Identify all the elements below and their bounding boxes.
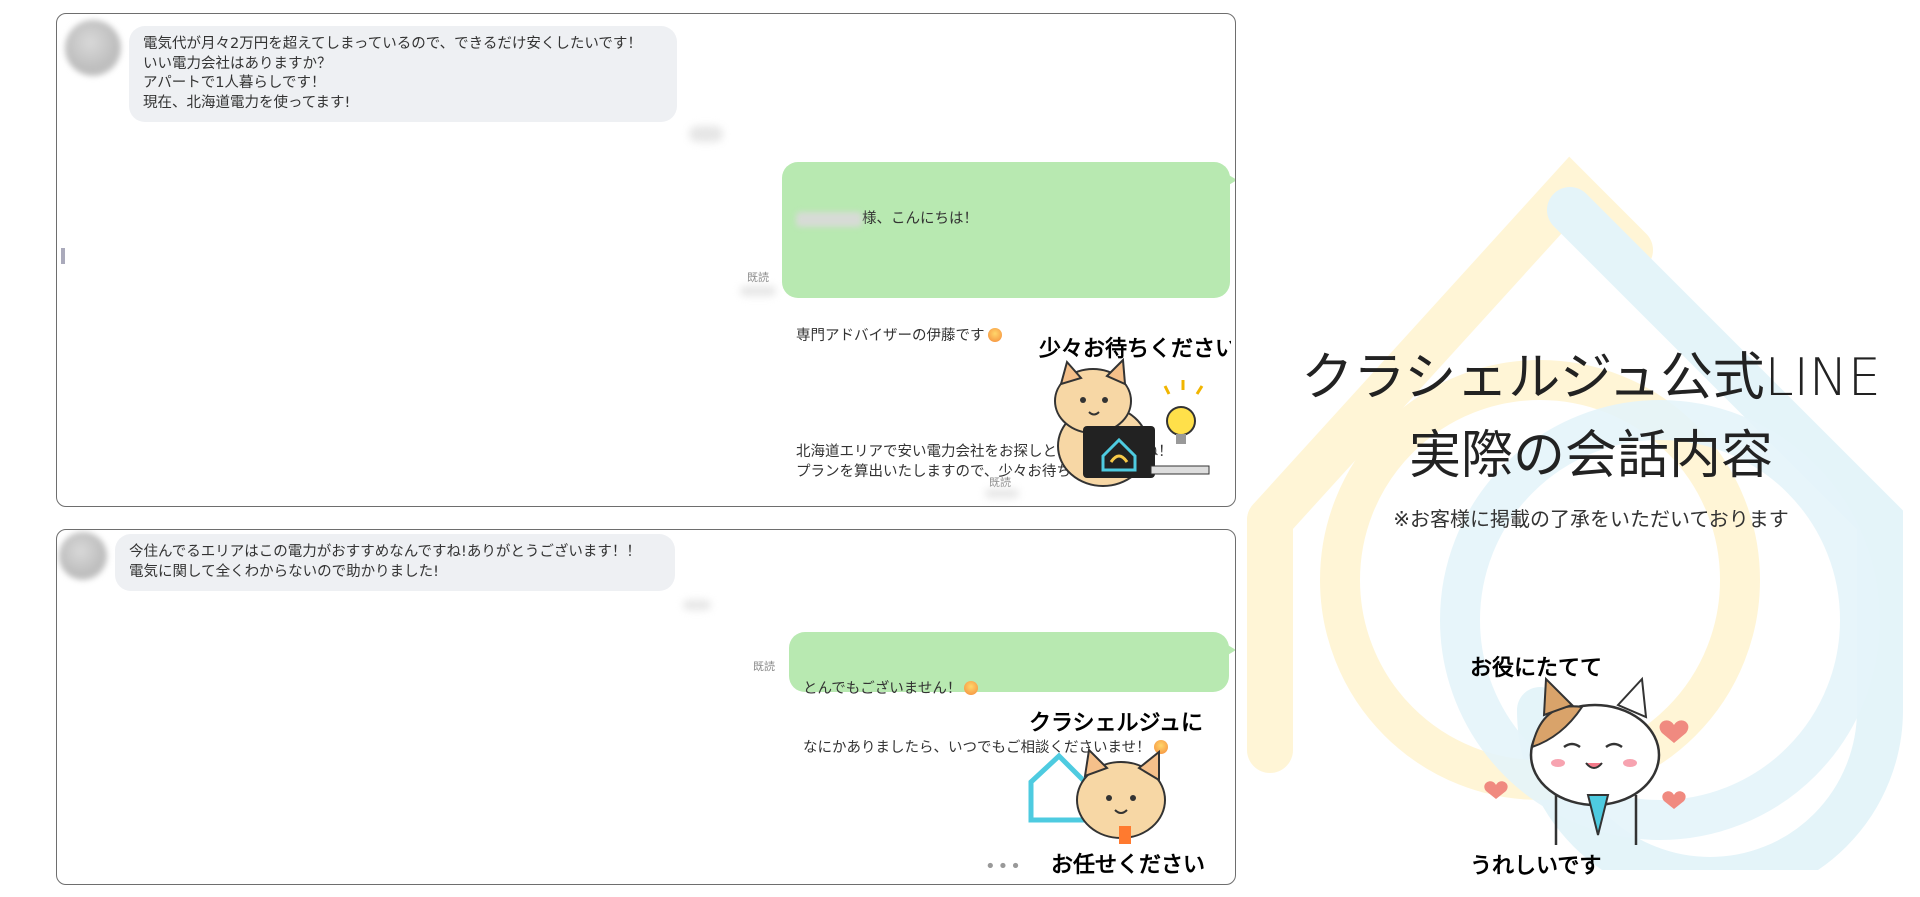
page-title-line-2: 実際の会話内容 (1408, 426, 1773, 486)
time-blur (985, 489, 1019, 498)
read-receipt: 既読 (753, 660, 775, 673)
avatar-icon[interactable] (59, 532, 107, 580)
chat-panel-1: 電気代が月々2万円を超えてしまっているので、できるだけ安くしたいです！ いい電力… (56, 13, 1236, 507)
sticker-caption: 少々お待ちください (1038, 336, 1231, 362)
incoming-message-bubble: 電気代が月々2万円を超えてしまっているので、できるだけ安くしたいです！ いい電力… (129, 26, 677, 122)
read-receipt: 既読 (747, 271, 769, 284)
cat-sticker: クラシェルジュに お任せください (1028, 710, 1205, 878)
timestamp-blur (683, 600, 711, 610)
chat-panel-2: 今住んでるエリアはこの電力がおすすめなんですね!ありがとうございます！！ 電気に… (56, 529, 1236, 885)
avatar-icon[interactable] (65, 20, 121, 76)
reply-line-1: とんでもございません！ (803, 680, 1215, 700)
timestamp-blur (689, 126, 723, 142)
emoji-icon (964, 681, 979, 695)
sticker-caption-bottom: うれしいです (1470, 853, 1601, 879)
resize-handle[interactable] (61, 248, 65, 264)
emoji-icon (987, 327, 1002, 342)
typing-indicator: ••• (985, 856, 1023, 877)
time-blur (740, 286, 776, 296)
cat-sticker: お役にたてて うれしいです (1470, 655, 1689, 879)
page-title-line-1: クラシェルジュ公式LINE (1301, 348, 1881, 408)
outgoing-message-bubble: とんでもございません！ なにかありましたら、いつでもご相談くださいませ！ (789, 632, 1235, 756)
outgoing-message-bubble: 様、こんにちは！ 専門アドバイザーの伊藤です 北海道エリアで安い電力会社をお探し… (782, 162, 1235, 480)
greeting-line: 様、こんにちは！ (796, 210, 1216, 230)
consent-note: ※お客様に掲載の了承をいただいております (1393, 507, 1789, 531)
sticker-caption-bottom: お任せください (1051, 852, 1205, 878)
read-receipt: 既読 (989, 476, 1011, 489)
sticker-caption-top: クラシェルジュに (1029, 710, 1203, 736)
customer-name-blurred (796, 211, 862, 227)
cat-sticker: 少々お待ちください (1038, 336, 1231, 487)
sticker-caption-top: お役にたてて (1470, 655, 1602, 681)
incoming-message-bubble: 今住んでるエリアはこの電力がおすすめなんですね!ありがとうございます！！ 電気に… (115, 534, 675, 591)
